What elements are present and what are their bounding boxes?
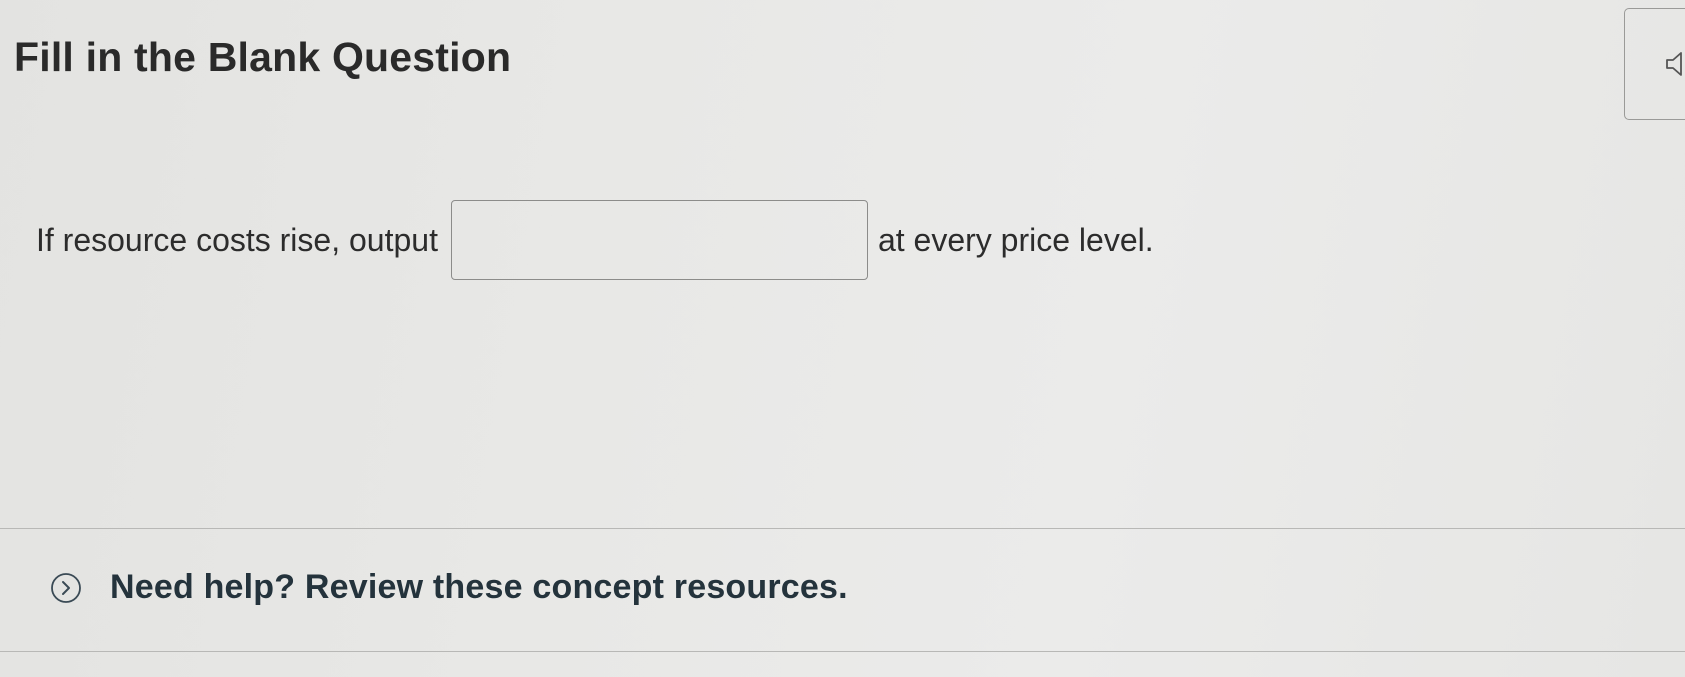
section-divider [0, 528, 1685, 529]
concept-resources-toggle[interactable]: Need help? Review these concept resource… [50, 568, 848, 607]
answer-blank-input[interactable] [450, 200, 868, 280]
read-aloud-button[interactable] [1624, 8, 1685, 120]
fill-in-blank-sentence: If resource costs rise, output at every … [36, 200, 1154, 280]
speaker-icon [1666, 52, 1682, 76]
question-page: Fill in the Blank Question If resource c… [0, 0, 1685, 677]
sentence-suffix: at every price level. [877, 221, 1154, 258]
help-label: Need help? Review these concept resource… [110, 568, 848, 606]
sentence-prefix: If resource costs rise, output [36, 221, 438, 258]
page-title: Fill in the Blank Question [14, 34, 512, 80]
section-divider [0, 651, 1685, 652]
chevron-right-icon [51, 572, 81, 603]
